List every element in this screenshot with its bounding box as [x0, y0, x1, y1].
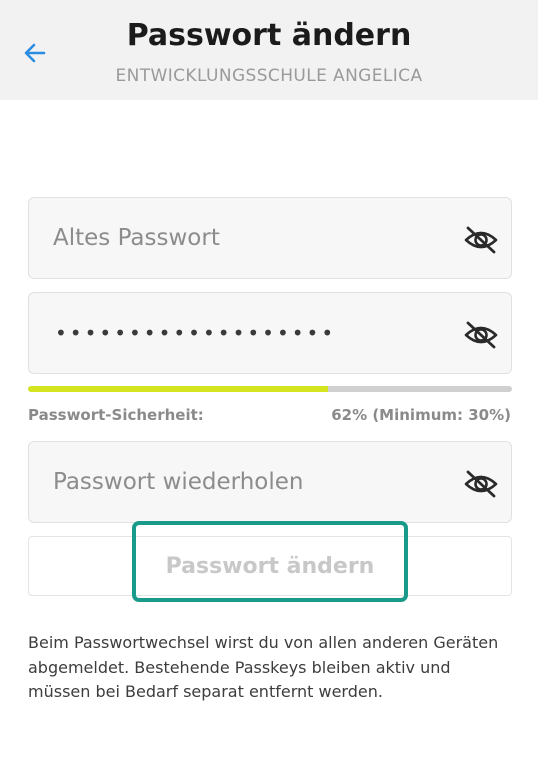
page-title: Passwort ändern	[126, 18, 412, 53]
password-strength-bar	[28, 386, 512, 392]
app-header: Passwort ändern ENTWICKLUNGSSCHULE ANGEL…	[0, 0, 538, 100]
eye-off-icon	[464, 470, 498, 498]
change-password-button[interactable]: Passwort ändern	[28, 536, 512, 596]
password-strength-value: 62% (Minimum: 30%)	[331, 406, 511, 424]
info-text: Beim Passwortwechsel wirst du von allen …	[28, 633, 499, 701]
repeat-password-input[interactable]	[53, 442, 453, 522]
password-strength-fill	[28, 386, 329, 392]
toggle-new-password-visibility[interactable]	[461, 315, 501, 355]
eye-off-icon	[464, 226, 498, 254]
toggle-repeat-password-visibility[interactable]	[461, 464, 501, 504]
repeat-password-field[interactable]	[28, 441, 512, 523]
page-subtitle: ENTWICKLUNGSSCHULE ANGELICA	[115, 66, 423, 86]
new-password-field[interactable]: •••••••••••••••••••	[28, 292, 512, 374]
change-password-button-label: Passwort ändern	[165, 553, 375, 579]
eye-off-icon	[464, 321, 498, 349]
old-password-input[interactable]	[53, 198, 453, 278]
password-strength-label: Passwort-Sicherheit:	[28, 406, 204, 424]
toggle-old-password-visibility[interactable]	[461, 220, 501, 260]
old-password-field[interactable]	[28, 197, 512, 279]
new-password-input[interactable]: •••••••••••••••••••	[55, 293, 336, 373]
